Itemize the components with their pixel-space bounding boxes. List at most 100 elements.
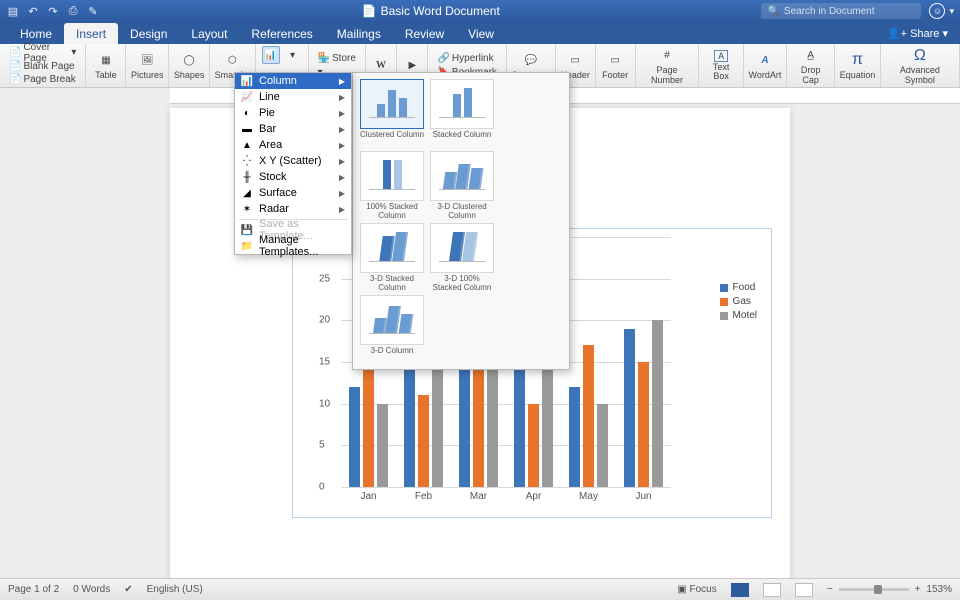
- column-chart-gallery: Clustered ColumnStacked Column100% Stack…: [352, 72, 570, 370]
- search-box[interactable]: 🔍 Search in Document: [761, 3, 921, 19]
- zoom-in-button[interactable]: +: [915, 584, 921, 595]
- share-button[interactable]: 👤+ Share ▾: [875, 23, 960, 44]
- dropdown-icon[interactable]: ▾: [949, 6, 954, 17]
- legend-label: Motel: [733, 310, 757, 321]
- screenshot-button[interactable]: ▾: [284, 46, 302, 64]
- table-icon: ▦: [96, 50, 116, 70]
- tab-references[interactable]: References: [239, 23, 324, 44]
- tab-insert[interactable]: Insert: [64, 23, 118, 44]
- menu-pie[interactable]: ◐Pie▶: [235, 105, 351, 121]
- hyperlink-button[interactable]: 🔗 Hyperlink: [434, 52, 499, 66]
- print-layout-view[interactable]: [731, 583, 749, 597]
- web-layout-view[interactable]: [763, 583, 781, 597]
- menu-surface[interactable]: ◢Surface▶: [235, 185, 351, 201]
- chevron-right-icon: ▶: [339, 93, 345, 102]
- tab-view[interactable]: View: [456, 23, 506, 44]
- advanced-symbol-button[interactable]: ΩAdvanced Symbol: [881, 44, 960, 87]
- chevron-right-icon: ▶: [339, 189, 345, 198]
- undo-icon[interactable]: ↶: [26, 4, 40, 18]
- menu-area[interactable]: ▲Area▶: [235, 137, 351, 153]
- gallery-option-2[interactable]: 100% Stacked Column: [359, 151, 425, 219]
- wordart-button[interactable]: AWordArt: [744, 44, 787, 87]
- menu-manage-templates[interactable]: 📁Manage Templates...: [235, 238, 351, 254]
- zoom-slider[interactable]: [839, 588, 909, 591]
- word-count[interactable]: 0 Words: [73, 584, 110, 595]
- menu-radar[interactable]: ✶Radar▶: [235, 201, 351, 217]
- pictures-button[interactable]: 🖼Pictures: [126, 44, 169, 87]
- cover-page-button[interactable]: 📄 Cover Page ▾: [6, 46, 79, 60]
- blank-page-button[interactable]: 📄 Blank Page: [6, 60, 79, 73]
- menu-scatter[interactable]: ⁛X Y (Scatter)▶: [235, 153, 351, 169]
- window-title: 📄 Basic Word Document: [100, 4, 761, 18]
- print-icon[interactable]: ⎙: [66, 4, 80, 18]
- dropcap-button[interactable]: A̲Drop Cap: [787, 44, 835, 87]
- chart-button[interactable]: 📊: [262, 46, 280, 64]
- menu-column[interactable]: 📊Column▶: [235, 73, 351, 89]
- gallery-option-1[interactable]: Stacked Column: [429, 79, 495, 147]
- gallery-option-3[interactable]: 3-D Clustered Column: [429, 151, 495, 219]
- area-icon: ▲: [241, 139, 253, 151]
- edit-icon[interactable]: ✎: [86, 4, 100, 18]
- gallery-option-0[interactable]: Clustered Column: [359, 79, 425, 147]
- focus-mode[interactable]: ▣ Focus: [677, 584, 716, 595]
- chart-bar: [638, 362, 649, 487]
- surface-icon: ◢: [241, 187, 253, 199]
- tab-mailings[interactable]: Mailings: [325, 23, 393, 44]
- chart-bar: [418, 395, 429, 487]
- chart-bar: [349, 387, 360, 487]
- quick-access-toolbar: ▤ ↶ ↷ ⎙ ✎: [6, 4, 100, 18]
- spellcheck-icon[interactable]: ✔: [124, 584, 132, 595]
- tab-layout[interactable]: Layout: [179, 23, 239, 44]
- menu-line[interactable]: 📈Line▶: [235, 89, 351, 105]
- pictures-icon: 🖼: [137, 50, 157, 70]
- gallery-thumb: [360, 295, 424, 345]
- equation-button[interactable]: πEquation: [835, 44, 880, 87]
- legend-swatch: [720, 298, 728, 306]
- store-button[interactable]: 🏪 Store: [315, 52, 359, 66]
- chart-legend: Food Gas Motel: [720, 279, 757, 324]
- zoom-out-button[interactable]: −: [827, 584, 833, 595]
- legend-label: Gas: [733, 296, 751, 307]
- outline-view[interactable]: [795, 583, 813, 597]
- zoom-level[interactable]: 153%: [926, 584, 952, 595]
- gallery-option-6[interactable]: 3-D Column: [359, 295, 425, 363]
- chevron-right-icon: ▶: [339, 173, 345, 182]
- gallery-thumb: [360, 223, 424, 273]
- page-number-button[interactable]: #Page Number: [636, 44, 700, 87]
- chart-bar: [597, 404, 608, 487]
- tab-review[interactable]: Review: [393, 23, 456, 44]
- chart-bar: [624, 329, 635, 487]
- page-break-button[interactable]: 📄 Page Break: [6, 73, 79, 86]
- tab-design[interactable]: Design: [118, 23, 179, 44]
- doc-title-text: Basic Word Document: [381, 4, 500, 18]
- redo-icon[interactable]: ↷: [46, 4, 60, 18]
- status-bar: Page 1 of 2 0 Words ✔ English (US) ▣ Foc…: [0, 578, 960, 600]
- titlebar: ▤ ↶ ↷ ⎙ ✎ 📄 Basic Word Document 🔍 Search…: [0, 0, 960, 22]
- legend-swatch: [720, 312, 728, 320]
- dropcap-icon: A̲: [801, 46, 821, 65]
- save-icon[interactable]: ▤: [6, 4, 20, 18]
- page-indicator[interactable]: Page 1 of 2: [8, 584, 59, 595]
- gallery-option-5[interactable]: 3-D 100% Stacked Column: [429, 223, 495, 291]
- legend-label: Food: [733, 282, 756, 293]
- table-button[interactable]: ▦Table: [86, 44, 126, 87]
- menu-stock[interactable]: ╫Stock▶: [235, 169, 351, 185]
- shapes-button[interactable]: ◯Shapes: [169, 44, 210, 87]
- user-avatar[interactable]: ☺: [929, 3, 945, 19]
- x-tick-label: Apr: [514, 491, 554, 502]
- ribbon-tabs: Home Insert Design Layout References Mai…: [0, 22, 960, 44]
- search-placeholder: Search in Document: [784, 6, 875, 17]
- chart-bar: [432, 370, 443, 487]
- save-template-icon: 💾: [241, 224, 253, 236]
- footer-button[interactable]: ▭Footer: [596, 44, 636, 87]
- language-indicator[interactable]: English (US): [147, 584, 203, 595]
- chart-bar: [528, 404, 539, 487]
- textbox-button[interactable]: AText Box: [699, 44, 744, 87]
- gallery-thumb: [430, 151, 494, 201]
- gallery-thumb: [360, 151, 424, 201]
- column-icon: 📊: [241, 75, 253, 87]
- menu-bar[interactable]: ▬Bar▶: [235, 121, 351, 137]
- bar-icon: ▬: [241, 123, 253, 135]
- gallery-option-4[interactable]: 3-D Stacked Column: [359, 223, 425, 291]
- chart-bar: [377, 404, 388, 487]
